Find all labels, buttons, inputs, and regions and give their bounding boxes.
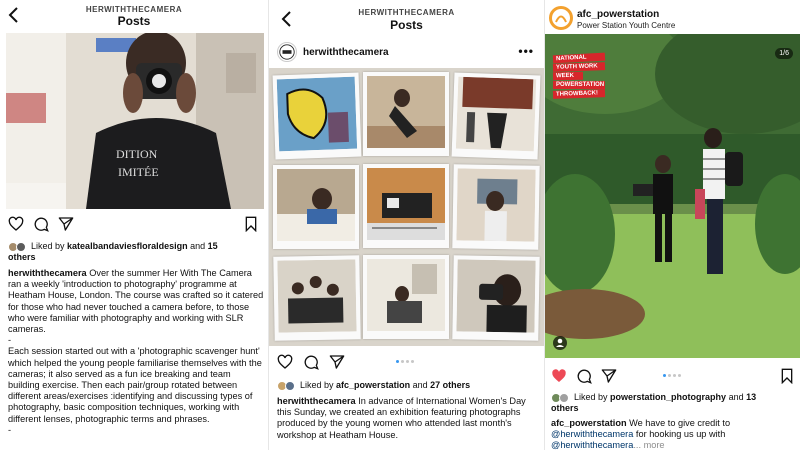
author-avatar[interactable]	[549, 6, 573, 30]
caption-text-1: We have to give credit to	[629, 418, 731, 428]
mirror-selfie-image: DITION IMITÉE	[6, 33, 264, 209]
comment-icon[interactable]	[576, 368, 592, 384]
likes-prefix: Liked by	[574, 392, 608, 402]
exhibit-print	[273, 165, 359, 249]
header-title: Posts	[117, 14, 151, 28]
sign-line: POWERSTATION	[553, 81, 605, 89]
likes-and: and	[190, 241, 206, 251]
liker-avatars	[277, 380, 297, 391]
caption-username[interactable]: afc_powerstation	[551, 418, 627, 428]
heart-icon[interactable]	[277, 354, 293, 370]
exhibit-print	[363, 72, 449, 156]
post-author-row: herwiththecamera •••	[269, 38, 544, 68]
likes-and: and	[412, 380, 428, 390]
liker-name[interactable]: katealbandaviesfloraldesign	[67, 241, 188, 251]
bookmark-icon[interactable]	[779, 368, 795, 385]
sign-line: WEEK	[552, 71, 584, 81]
header-username: HERWITHTHECAMERA	[85, 5, 183, 14]
post-photo[interactable]	[269, 68, 544, 346]
exhibit-print	[452, 164, 540, 250]
share-icon[interactable]	[601, 368, 617, 384]
comment-icon[interactable]	[33, 216, 49, 232]
user-tag-icon[interactable]	[553, 336, 567, 350]
carousel-dots	[396, 360, 414, 366]
header-username: HERWITHTHECAMERA	[358, 8, 455, 17]
exhibit-print	[272, 72, 362, 160]
post-caption: herwiththecamera In advance of Internati…	[277, 396, 539, 441]
liker-avatars	[8, 241, 28, 252]
post-location[interactable]: Power Station Youth Centre	[577, 21, 675, 30]
caption-username[interactable]: herwiththecamera	[277, 396, 356, 406]
action-bar	[545, 366, 800, 388]
exhibit-print	[451, 72, 541, 160]
caption-mention[interactable]: @herwiththecamera	[551, 429, 633, 439]
author-username[interactable]: afc_powerstation	[577, 9, 659, 20]
caption-separator-2: -	[8, 424, 12, 435]
sign-line: THROWBACK!	[552, 89, 606, 99]
caption-text-2: Each session started out with a 'photogr…	[8, 346, 262, 424]
post-panel-2: HERWITHTHECAMERA Posts herwiththecamera …	[268, 0, 544, 450]
likes-summary: Liked by powerstation_photography and 13…	[551, 392, 797, 414]
liker-name[interactable]: powerstation_photography	[610, 392, 726, 402]
caption-separator: -	[8, 335, 12, 346]
likes-others[interactable]: others	[8, 252, 36, 262]
exhibit-print	[273, 255, 361, 341]
caption-username[interactable]: herwiththecamera	[8, 268, 87, 278]
sign-board: NATIONAL YOUTH WORK WEEK POWERSTATION TH…	[552, 52, 606, 99]
comment-icon[interactable]	[303, 354, 319, 370]
post-caption: herwiththecamera Over the summer Her Wit…	[8, 268, 264, 436]
sign-line: YOUTH WORK	[552, 62, 606, 72]
svg-text:IMITÉE: IMITÉE	[118, 165, 159, 179]
likes-count[interactable]: 15	[208, 241, 218, 251]
bookmark-icon[interactable]	[243, 216, 259, 233]
caption-text-2: for hooking us up with	[635, 429, 726, 440]
caption-more-link[interactable]: ... more	[633, 440, 664, 450]
post-caption: afc_powerstation We have to give credit …	[551, 418, 797, 450]
exhibit-print	[452, 255, 540, 341]
likes-others[interactable]: others	[551, 403, 579, 413]
liker-name[interactable]: afc_powerstation	[336, 380, 410, 390]
likes-count[interactable]: 13	[746, 392, 756, 402]
likes-prefix: Liked by	[300, 380, 334, 390]
post-author-row: afc_powerstation Power Station Youth Cen…	[545, 4, 800, 34]
carousel-dots	[663, 374, 681, 380]
likes-count[interactable]: 27 others	[430, 380, 470, 390]
caption-mention[interactable]: @herwiththecamera	[551, 440, 633, 450]
exhibit-print	[363, 164, 449, 248]
likes-and: and	[728, 392, 744, 402]
share-icon[interactable]	[329, 354, 345, 370]
svg-text:DITION: DITION	[116, 147, 158, 161]
post-panel-1: HERWITHTHECAMERA Posts DITION IMITÉE Lik…	[0, 0, 268, 450]
share-icon[interactable]	[58, 216, 74, 232]
posts-header: HERWITHTHECAMERA Posts	[0, 0, 268, 32]
exhibit-print	[363, 255, 449, 339]
likes-summary: Liked by afc_powerstation and 27 others	[277, 380, 539, 391]
action-bar	[0, 214, 268, 236]
heart-filled-icon[interactable]	[551, 368, 567, 384]
post-photo[interactable]: DITION IMITÉE	[6, 33, 264, 209]
author-avatar[interactable]	[277, 42, 297, 62]
post-photo[interactable]: NATIONAL YOUTH WORK WEEK POWERSTATION TH…	[545, 34, 800, 358]
posts-header: HERWITHTHECAMERA Posts	[269, 0, 544, 32]
header-title: Posts	[390, 18, 423, 32]
author-username[interactable]: herwiththecamera	[303, 47, 389, 58]
liker-avatars	[551, 392, 571, 403]
post-panel-3: afc_powerstation Power Station Youth Cen…	[544, 0, 800, 450]
more-options-icon[interactable]: •••	[518, 44, 534, 58]
heart-icon[interactable]	[8, 216, 24, 232]
action-bar	[269, 352, 544, 374]
likes-prefix: Liked by	[31, 241, 65, 251]
carousel-counter: 1/6	[775, 48, 793, 59]
likes-summary: Liked by katealbandaviesfloraldesign and…	[8, 241, 264, 263]
